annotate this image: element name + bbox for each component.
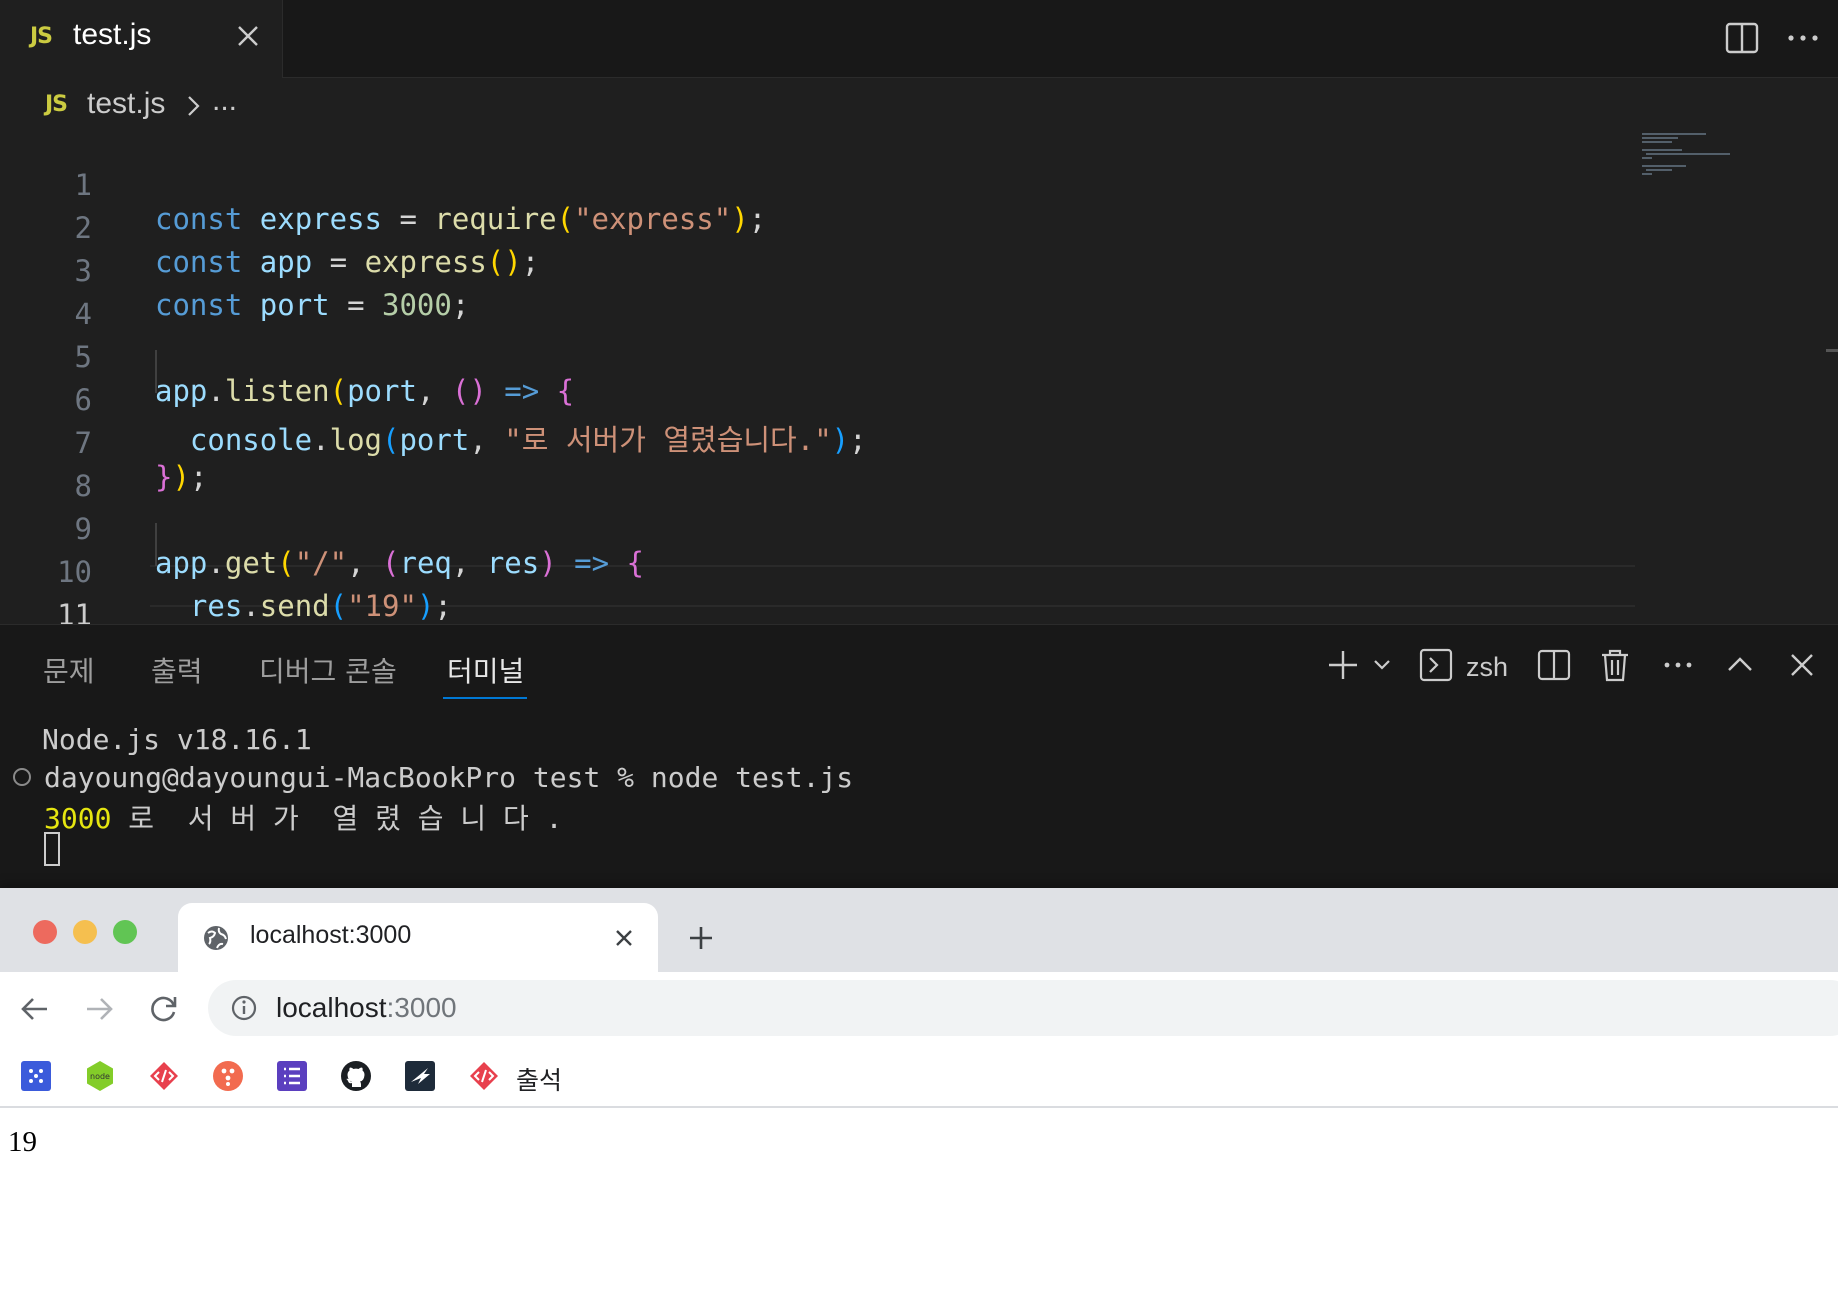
bottom-panel: 문제 출력 디버그 콘솔 터미널 zsh Node.js v18.16.1 da… bbox=[0, 624, 1838, 888]
terminal-output-line: Node.js v18.16.1 bbox=[42, 723, 312, 756]
vscode-window: JS test.js JS test.js ... 1 const expres… bbox=[0, 0, 1838, 888]
response-body-text: 19 bbox=[8, 1126, 37, 1158]
chevron-down-icon[interactable] bbox=[1372, 647, 1392, 683]
minimap[interactable] bbox=[1642, 131, 1732, 191]
editor-tab-test-js[interactable]: JS test.js bbox=[0, 0, 283, 78]
trash-icon[interactable] bbox=[1597, 647, 1633, 683]
code-line: 3 const port = 3000; bbox=[0, 220, 1640, 322]
code-line: 12 bbox=[0, 607, 1640, 624]
more-actions-icon[interactable] bbox=[1783, 18, 1823, 58]
breadcrumb-symbols[interactable]: ... bbox=[212, 84, 237, 118]
new-tab-icon[interactable] bbox=[686, 923, 716, 953]
breadcrumb-file[interactable]: test.js bbox=[87, 87, 165, 121]
js-file-icon: JS bbox=[30, 24, 53, 49]
editor-tab-label: test.js bbox=[73, 18, 152, 51]
code-line: 9 app.get("/", (req, res) => { bbox=[0, 478, 1640, 580]
tab-output[interactable]: 출력 bbox=[151, 650, 203, 690]
back-arrow-icon[interactable] bbox=[18, 992, 52, 1026]
code-line: 6 console.log(port, "로 서버가 열렸습니다."); bbox=[0, 349, 1640, 457]
browser-tab[interactable]: localhost:3000 bbox=[178, 903, 658, 972]
globe-icon bbox=[204, 926, 228, 950]
svg-text:node: node bbox=[90, 1072, 110, 1081]
tab-terminal[interactable]: 터미널 bbox=[447, 650, 524, 690]
figma-bookmark-icon[interactable] bbox=[212, 1060, 244, 1092]
page-content: 19 bbox=[0, 1110, 1838, 1312]
code-line: 4 bbox=[0, 263, 1640, 331]
editor-tab-bar: JS test.js bbox=[0, 0, 1838, 78]
split-terminal-icon[interactable] bbox=[1536, 647, 1572, 683]
breadcrumb: JS test.js ... bbox=[0, 82, 1600, 128]
more-actions-icon[interactable] bbox=[1660, 647, 1696, 683]
bird-bookmark-icon[interactable] bbox=[404, 1060, 436, 1092]
split-editor-icon[interactable] bbox=[1722, 18, 1762, 58]
minimize-window-button[interactable] bbox=[73, 920, 97, 944]
swagger-bookmark-icon[interactable] bbox=[20, 1060, 52, 1092]
nodejs-bookmark-icon[interactable]: node bbox=[84, 1060, 116, 1092]
browser-tab-title: localhost:3000 bbox=[250, 921, 412, 949]
github-icon[interactable] bbox=[340, 1060, 372, 1092]
code-line: 5 app.listen(port, () => { bbox=[0, 306, 1640, 408]
devtools-bookmark-icon[interactable] bbox=[148, 1060, 180, 1092]
browser-tab-strip: localhost:3000 bbox=[0, 888, 1838, 972]
close-icon[interactable] bbox=[232, 20, 264, 52]
active-tab-indicator bbox=[443, 697, 527, 699]
code-line: 2 const app = express(); bbox=[0, 177, 1640, 279]
code-line-active: 11 }); bbox=[0, 564, 1640, 624]
tab-debug-console[interactable]: 디버그 콘솔 bbox=[259, 650, 397, 690]
terminal-output-line: 3000 로 서 버 가 열 렸 습 니 다 . bbox=[44, 802, 563, 835]
code-line: 8 bbox=[0, 435, 1640, 503]
forward-arrow-icon[interactable] bbox=[82, 992, 116, 1026]
terminal-command-line: dayoung@dayoungui-MacBookPro test % node… bbox=[44, 761, 854, 794]
close-icon[interactable] bbox=[612, 926, 636, 950]
chevron-right-icon bbox=[188, 96, 200, 116]
browser-window: localhost:3000 localhost:3000 node 출석 19 bbox=[0, 888, 1838, 1312]
address-bar[interactable]: localhost:3000 bbox=[208, 980, 1838, 1036]
chevron-up-icon[interactable] bbox=[1722, 647, 1758, 683]
terminal-icon bbox=[1419, 648, 1453, 682]
code-line: 7 }); bbox=[0, 392, 1640, 494]
browser-toolbar: localhost:3000 bbox=[0, 972, 1838, 1044]
close-window-button[interactable] bbox=[33, 920, 57, 944]
url-text: localhost:3000 bbox=[276, 992, 457, 1023]
command-decoration-icon bbox=[13, 768, 31, 786]
terminal-shell-name[interactable]: zsh bbox=[1466, 652, 1508, 683]
reload-icon[interactable] bbox=[147, 992, 181, 1026]
zoom-window-button[interactable] bbox=[113, 920, 137, 944]
bookmark-label[interactable]: 출석 bbox=[516, 1061, 562, 1097]
info-icon[interactable] bbox=[230, 994, 258, 1022]
list-bookmark-icon[interactable] bbox=[276, 1060, 308, 1092]
code-line: 1 const express = require("express"); bbox=[0, 134, 1640, 236]
js-file-icon: JS bbox=[45, 92, 68, 117]
devtools-bookmark-icon[interactable] bbox=[468, 1060, 500, 1092]
code-editor[interactable]: 1 const express = require("express"); 2 … bbox=[0, 131, 1838, 624]
new-terminal-icon[interactable] bbox=[1325, 647, 1361, 683]
code-line: 10 res.send("19"); bbox=[0, 521, 1640, 623]
bookmarks-bar: node 출석 bbox=[0, 1044, 1838, 1108]
close-icon[interactable] bbox=[1784, 647, 1820, 683]
scrollbar-marker bbox=[1826, 349, 1838, 352]
tab-problems[interactable]: 문제 bbox=[43, 650, 95, 690]
terminal-cursor[interactable] bbox=[44, 832, 60, 866]
